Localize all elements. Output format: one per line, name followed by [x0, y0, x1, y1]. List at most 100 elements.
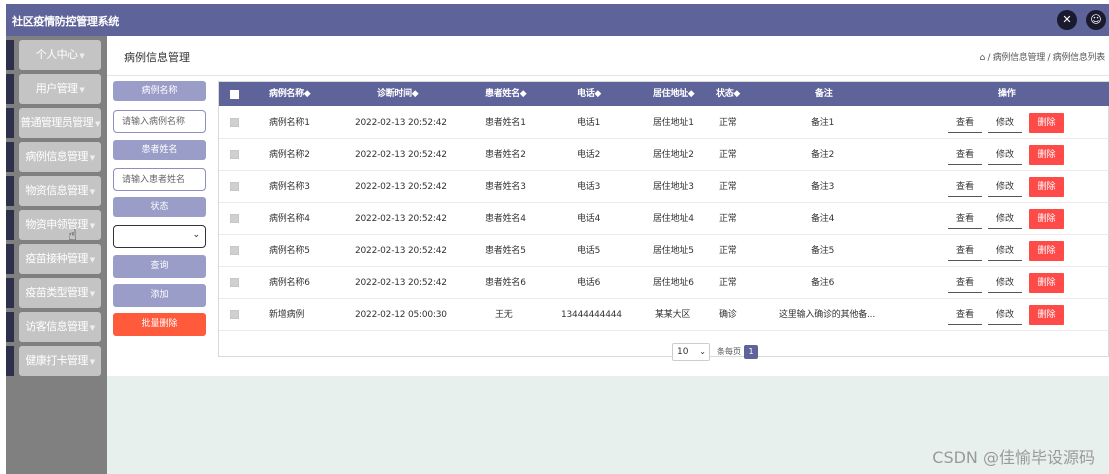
- edit-button[interactable]: 修改: [988, 242, 1022, 261]
- add-button[interactable]: 添加: [113, 284, 206, 307]
- query-button[interactable]: 查询: [113, 255, 206, 278]
- edit-button[interactable]: 修改: [988, 210, 1022, 229]
- sidebar-item-button[interactable]: 用户管理 ▼: [19, 74, 101, 104]
- sidebar-item-button[interactable]: 普通管理员管理 ▼: [19, 108, 101, 138]
- chevron-down-icon: ▼: [89, 290, 95, 298]
- case-table: 病例名称◆ 诊断时间◆ 患者姓名◆ 电话◆ 居住地址◆ 状态◆ 备注 操作 病例…: [218, 81, 1109, 357]
- view-button[interactable]: 查看: [948, 306, 982, 325]
- sidebar-item-button[interactable]: 物资信息管理 ▼: [19, 176, 101, 206]
- row-checkbox[interactable]: [230, 246, 239, 255]
- table-header: 病例名称◆ 诊断时间◆ 患者姓名◆ 电话◆ 居住地址◆ 状态◆ 备注 操作: [219, 82, 1109, 106]
- patient-name-input[interactable]: [113, 168, 206, 191]
- cell-address: 居住地址6: [653, 278, 694, 288]
- status-select[interactable]: ⌄: [113, 225, 206, 248]
- row-checkbox[interactable]: [230, 278, 239, 287]
- column-header-actions: 操作: [998, 89, 1016, 99]
- sidebar-item-button[interactable]: 物资申领管理 ▼: [19, 210, 101, 240]
- sidebar-item-supplies-management[interactable]: 物资信息管理 ▼: [6, 176, 102, 206]
- delete-button[interactable]: 删除: [1029, 113, 1064, 133]
- sidebar-item-health-checkin[interactable]: 健康打卡管理 ▼: [6, 346, 102, 376]
- sidebar-item-case-management[interactable]: 病例信息管理 ▼: [6, 142, 102, 172]
- column-header-case-name[interactable]: 病例名称◆: [269, 82, 311, 106]
- sidebar-item-vaccine-type[interactable]: 疫苗类型管理 ▼: [6, 278, 102, 308]
- edit-button[interactable]: 修改: [988, 146, 1022, 165]
- view-button[interactable]: 查看: [948, 210, 982, 229]
- sidebar-item-label: 健康打卡管理: [25, 354, 88, 367]
- delete-button[interactable]: 删除: [1029, 241, 1064, 261]
- sidebar-item-button[interactable]: 访客信息管理 ▼: [19, 312, 101, 342]
- home-icon[interactable]: ⌂: [979, 53, 985, 63]
- edit-button[interactable]: 修改: [988, 114, 1022, 133]
- edit-button[interactable]: 修改: [988, 274, 1022, 293]
- case-name-input[interactable]: [113, 110, 206, 133]
- pagination-page-1[interactable]: 1: [744, 345, 758, 359]
- view-button[interactable]: 查看: [948, 242, 982, 261]
- select-all-checkbox[interactable]: [230, 90, 239, 99]
- cell-address: 某某大区: [655, 310, 691, 320]
- delete-button[interactable]: 删除: [1029, 273, 1064, 293]
- cell-case-name: 病例名称5: [269, 246, 310, 256]
- column-header-patient-name[interactable]: 患者姓名◆: [485, 82, 527, 106]
- sidebar-item-vaccination[interactable]: 疫苗接种管理 ▼: [6, 244, 102, 274]
- patient-name-label: 患者姓名: [113, 140, 206, 160]
- chevron-down-icon: ▼: [89, 188, 95, 196]
- cell-status: 正常: [719, 246, 737, 256]
- row-checkbox[interactable]: [230, 118, 239, 127]
- cell-address: 居住地址4: [653, 214, 694, 224]
- row-checkbox[interactable]: [230, 310, 239, 319]
- sidebar-item-supplies-request[interactable]: 物资申领管理 ▼: [6, 210, 102, 240]
- column-header-diagnosis-time[interactable]: 诊断时间◆: [377, 82, 419, 106]
- column-header-note: 备注: [815, 89, 833, 99]
- cell-diagnosis-time: 2022-02-12 05:00:30: [355, 310, 447, 320]
- view-button[interactable]: 查看: [948, 274, 982, 293]
- row-checkbox[interactable]: [230, 182, 239, 191]
- column-header-status[interactable]: 状态◆: [716, 82, 740, 106]
- sidebar-item-button[interactable]: 疫苗接种管理 ▼: [19, 244, 101, 274]
- delete-button[interactable]: 删除: [1029, 145, 1064, 165]
- sidebar-item-admin-management[interactable]: 普通管理员管理 ▼: [6, 108, 102, 138]
- cell-diagnosis-time: 2022-02-13 20:52:42: [355, 278, 447, 288]
- view-button[interactable]: 查看: [948, 178, 982, 197]
- sidebar-item-personal-center[interactable]: 个人中心 ▼: [6, 40, 102, 70]
- breadcrumb-path: / 病例信息管理 / 病例信息列表: [987, 53, 1105, 63]
- user-icon[interactable]: ☺: [1086, 10, 1106, 30]
- column-header-address[interactable]: 居住地址◆: [653, 82, 695, 106]
- sidebar-item-label: 用户管理: [35, 82, 78, 95]
- sidebar-item-label: 物资申领管理: [25, 218, 88, 231]
- delete-button[interactable]: 删除: [1029, 209, 1064, 229]
- table-row: 病例名称3 2022-02-13 20:52:42 患者姓名3 电话3 居住地址…: [219, 171, 1109, 203]
- column-header-phone[interactable]: 电话◆: [577, 82, 601, 106]
- edit-button[interactable]: 修改: [988, 306, 1022, 325]
- batch-delete-button[interactable]: 批量删除: [113, 313, 206, 336]
- sidebar-item-visitor-info[interactable]: 访客信息管理 ▼: [6, 312, 102, 342]
- sidebar: 个人中心 ▼ 用户管理 ▼ 普通管理员管理 ▼ 病例信息管理 ▼ 物资信息管理 ▼ 物资申…: [6, 36, 107, 474]
- delete-button[interactable]: 删除: [1029, 305, 1064, 325]
- sidebar-item-user-management[interactable]: 用户管理 ▼: [6, 74, 102, 104]
- menu-bar-accent: [6, 40, 14, 70]
- cell-phone: 电话1: [577, 118, 601, 128]
- delete-button[interactable]: 删除: [1029, 177, 1064, 197]
- cell-phone: 13444444444: [561, 310, 622, 320]
- sidebar-item-label: 病例信息管理: [25, 150, 88, 163]
- sidebar-item-button[interactable]: 个人中心 ▼: [19, 40, 101, 70]
- expand-icon[interactable]: ✕: [1057, 10, 1077, 30]
- view-button[interactable]: 查看: [948, 146, 982, 165]
- main-content: 病例信息管理 ⌂ / 病例信息管理 / 病例信息列表 病例名称 患者姓名 状态 …: [107, 36, 1109, 474]
- cell-patient-name: 患者姓名5: [485, 246, 526, 256]
- menu-bar-accent: [6, 312, 14, 342]
- sidebar-item-button[interactable]: 疫苗类型管理 ▼: [19, 278, 101, 308]
- row-checkbox[interactable]: [230, 150, 239, 159]
- sidebar-item-button[interactable]: 健康打卡管理 ▼: [19, 346, 101, 376]
- sidebar-item-button[interactable]: 病例信息管理 ▼: [19, 142, 101, 172]
- sidebar-item-label: 个人中心: [35, 48, 78, 61]
- page-size-select[interactable]: 10 ⌄: [672, 343, 710, 361]
- cell-address: 居住地址3: [653, 182, 694, 192]
- menu-bar-accent: [6, 142, 14, 172]
- chevron-down-icon: ▼: [89, 222, 95, 230]
- table-row: 病例名称5 2022-02-13 20:52:42 患者姓名5 电话5 居住地址…: [219, 235, 1109, 267]
- edit-button[interactable]: 修改: [988, 178, 1022, 197]
- row-checkbox[interactable]: [230, 214, 239, 223]
- view-button[interactable]: 查看: [948, 114, 982, 133]
- cell-patient-name: 王无: [495, 310, 513, 320]
- cell-phone: 电话3: [577, 182, 601, 192]
